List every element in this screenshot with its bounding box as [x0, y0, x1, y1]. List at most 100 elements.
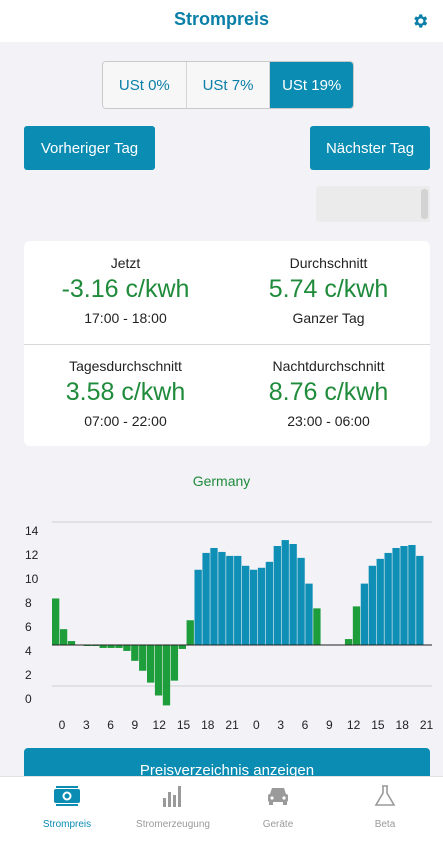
previous-day-button[interactable]: Vorheriger Tag [24, 126, 155, 170]
next-day-button[interactable]: Nächster Tag [310, 126, 430, 170]
chart-bar [289, 544, 297, 645]
stat-label: Durchschnitt [289, 255, 368, 271]
y-tick-label: 2 [25, 668, 32, 682]
stat-label: Tagesdurchschnitt [69, 358, 182, 374]
chart-bar [194, 569, 202, 645]
y-tick-label: 14 [25, 524, 39, 538]
x-tick-label: 0 [59, 718, 66, 732]
stat-value: 5.74 c/kwh [268, 275, 389, 303]
stat-label: Jetzt [110, 255, 141, 271]
tab-label: Strompreis [42, 819, 92, 830]
chart-bar [131, 645, 139, 661]
chart-bar [344, 639, 353, 645]
x-tick-label: 0 [253, 718, 260, 732]
stat-value: 8.76 c/kwh [268, 378, 389, 406]
x-tick-label: 15 [371, 718, 385, 732]
chart-bar [210, 547, 218, 645]
x-tick-label: 18 [201, 718, 215, 732]
tab-strompreis[interactable]: Strompreis [12, 783, 122, 830]
stat-label: Nachtdurchschnitt [272, 358, 385, 374]
tab-label: Beta [374, 819, 396, 830]
chart-bar [281, 540, 289, 645]
y-tick-label: 12 [25, 548, 39, 562]
chart-bar [313, 608, 321, 645]
x-tick-label: 21 [225, 718, 239, 732]
x-tick-label: 15 [177, 718, 191, 732]
x-tick-label: 6 [107, 718, 114, 732]
vat-19-option[interactable]: USt 19% [270, 62, 353, 108]
stat-day-average: Tagesdurchschnitt 3.58 c/kwh 07:00 - 22:… [24, 358, 227, 429]
y-tick-label: 8 [25, 596, 32, 610]
stat-value: -3.16 c/kwh [61, 275, 190, 303]
x-tick-label: 12 [347, 718, 361, 732]
chart-bar [408, 545, 416, 645]
stats-card: Jetzt -3.16 c/kwh 17:00 - 18:00 Durchsch… [24, 241, 430, 446]
x-tick-label: 9 [326, 718, 333, 732]
tab-beta[interactable]: Beta [330, 783, 440, 830]
price-chart: 14 12 10 8 6 4 2 0 0 3 6 9 12 15 18 21 0 3 6 9 12 15 18 21 [25, 521, 434, 732]
chart-bar [202, 552, 210, 645]
header: Strompreis [0, 0, 443, 42]
chart-bar [59, 629, 68, 645]
chart-bar [297, 557, 305, 645]
chart-bar [242, 565, 250, 645]
chart-bar [147, 645, 155, 683]
y-tick-label: 4 [25, 644, 32, 658]
tab-geraete[interactable]: Geräte [223, 783, 333, 830]
stat-sub: Ganzer Tag [292, 310, 365, 326]
x-tick-label: 3 [83, 718, 90, 732]
chart-bar [170, 645, 179, 681]
chart-bar [186, 620, 194, 645]
chart-bar [257, 567, 266, 645]
tab-stromerzeugung[interactable]: Stromerzeugung [118, 783, 228, 830]
y-tick-label: 6 [25, 620, 32, 634]
show-price-list-button[interactable]: Preisverzeichnis anzeigen [24, 748, 430, 778]
bar-chart-icon [163, 786, 181, 807]
vat-0-option[interactable]: USt 0% [103, 62, 187, 108]
chart-bar [178, 645, 186, 649]
x-tick-label: 12 [153, 718, 167, 732]
page-title: Strompreis [173, 9, 270, 29]
stat-sub: 07:00 - 22:00 [84, 413, 167, 429]
stat-value: 3.58 c/kwh [65, 378, 186, 406]
y-tick-label: 10 [25, 572, 39, 586]
chart-bar [384, 552, 392, 645]
chart-bar [52, 598, 60, 645]
chart-bar [360, 583, 369, 645]
chart-bar [392, 547, 400, 645]
x-tick-label: 9 [132, 718, 139, 732]
x-tick-label: 3 [277, 718, 284, 732]
tab-label: Geräte [262, 819, 294, 830]
chart-bar [162, 645, 171, 706]
stat-now: Jetzt -3.16 c/kwh 17:00 - 18:00 [24, 255, 227, 326]
x-tick-label: 21 [420, 718, 434, 732]
chart-bar [139, 645, 147, 671]
chart-bar [416, 555, 424, 645]
gear-icon[interactable] [411, 12, 429, 30]
stat-night-average: Nachtdurchschnitt 8.76 c/kwh 23:00 - 06:… [227, 358, 430, 429]
chart-bar [218, 551, 226, 645]
x-tick-label: 18 [396, 718, 410, 732]
chart-bar [352, 606, 361, 645]
scrollbar-thumb[interactable] [421, 189, 428, 219]
stat-average: Durchschnitt 5.74 c/kwh Ganzer Tag [227, 255, 430, 326]
chart-bar [226, 555, 234, 645]
stat-sub: 23:00 - 06:00 [287, 413, 370, 429]
horizontal-scroller[interactable] [316, 186, 430, 222]
y-tick-label: 0 [25, 692, 32, 706]
tab-label: Stromerzeugung [136, 819, 210, 830]
vat-7-option[interactable]: USt 7% [186, 62, 271, 108]
chart-bar [234, 555, 242, 645]
chart-bar [400, 546, 408, 645]
chart-bar [154, 645, 163, 696]
chart-bar [67, 641, 76, 645]
chart-bar [249, 569, 258, 645]
chart-bar [265, 561, 274, 645]
tab-bar: Strompreis Stromerzeugung Geräte Beta [0, 776, 443, 844]
divider [24, 344, 430, 345]
car-icon [268, 788, 288, 805]
vat-segmented-control: USt 0% USt 7% USt 19% [102, 61, 354, 109]
x-tick-label: 6 [302, 718, 309, 732]
chart-bar [273, 546, 281, 645]
flask-icon [374, 785, 396, 806]
